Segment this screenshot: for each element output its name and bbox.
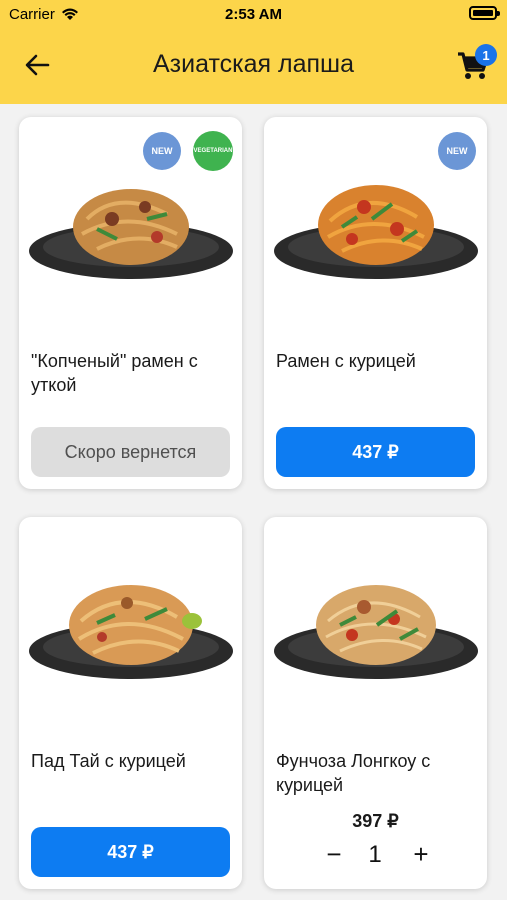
add-to-cart-button[interactable]: 437 ₽ — [276, 427, 475, 477]
product-price: 397 ₽ — [352, 811, 399, 831]
dish-image — [274, 185, 478, 279]
add-to-cart-button[interactable]: 437 ₽ — [31, 827, 230, 877]
product-card[interactable]: NEW VEGETARIAN "Копченый" рамен с уткой … — [19, 117, 242, 489]
dish-image — [29, 189, 233, 279]
nav-bar: Азиатская лапша 1 — [0, 36, 507, 96]
cart-count-badge: 1 — [475, 44, 497, 66]
product-card[interactable]: Пад Тай с курицей 437 ₽ — [19, 517, 242, 889]
dish-image — [29, 585, 233, 679]
product-card[interactable]: Фунчоза Лонгкоу с курицей 397 ₽ − 1 + — [264, 517, 487, 889]
dish-image — [274, 585, 478, 679]
quantity-value: 1 — [368, 841, 382, 868]
increase-quantity-button[interactable]: + — [406, 839, 436, 869]
product-name: "Копченый" рамен с уткой — [31, 351, 198, 395]
coming-soon-button[interactable]: Скоро вернется — [31, 427, 230, 477]
status-bar: Carrier 2:53 AM — [0, 0, 507, 30]
decrease-quantity-button[interactable]: − — [319, 839, 349, 869]
product-name: Фунчоза Лонгкоу с курицей — [276, 751, 431, 795]
product-name: Пад Тай с курицей — [31, 751, 186, 771]
app-header: Carrier 2:53 AM Азиатская лапша 1 — [0, 0, 507, 104]
page-title: Азиатская лапша — [153, 50, 354, 78]
battery-icon — [469, 6, 500, 20]
product-card[interactable]: NEW Рамен с курицей 437 ₽ — [264, 117, 487, 489]
product-name: Рамен с курицей — [276, 351, 416, 371]
clock: 2:53 AM — [225, 6, 282, 23]
